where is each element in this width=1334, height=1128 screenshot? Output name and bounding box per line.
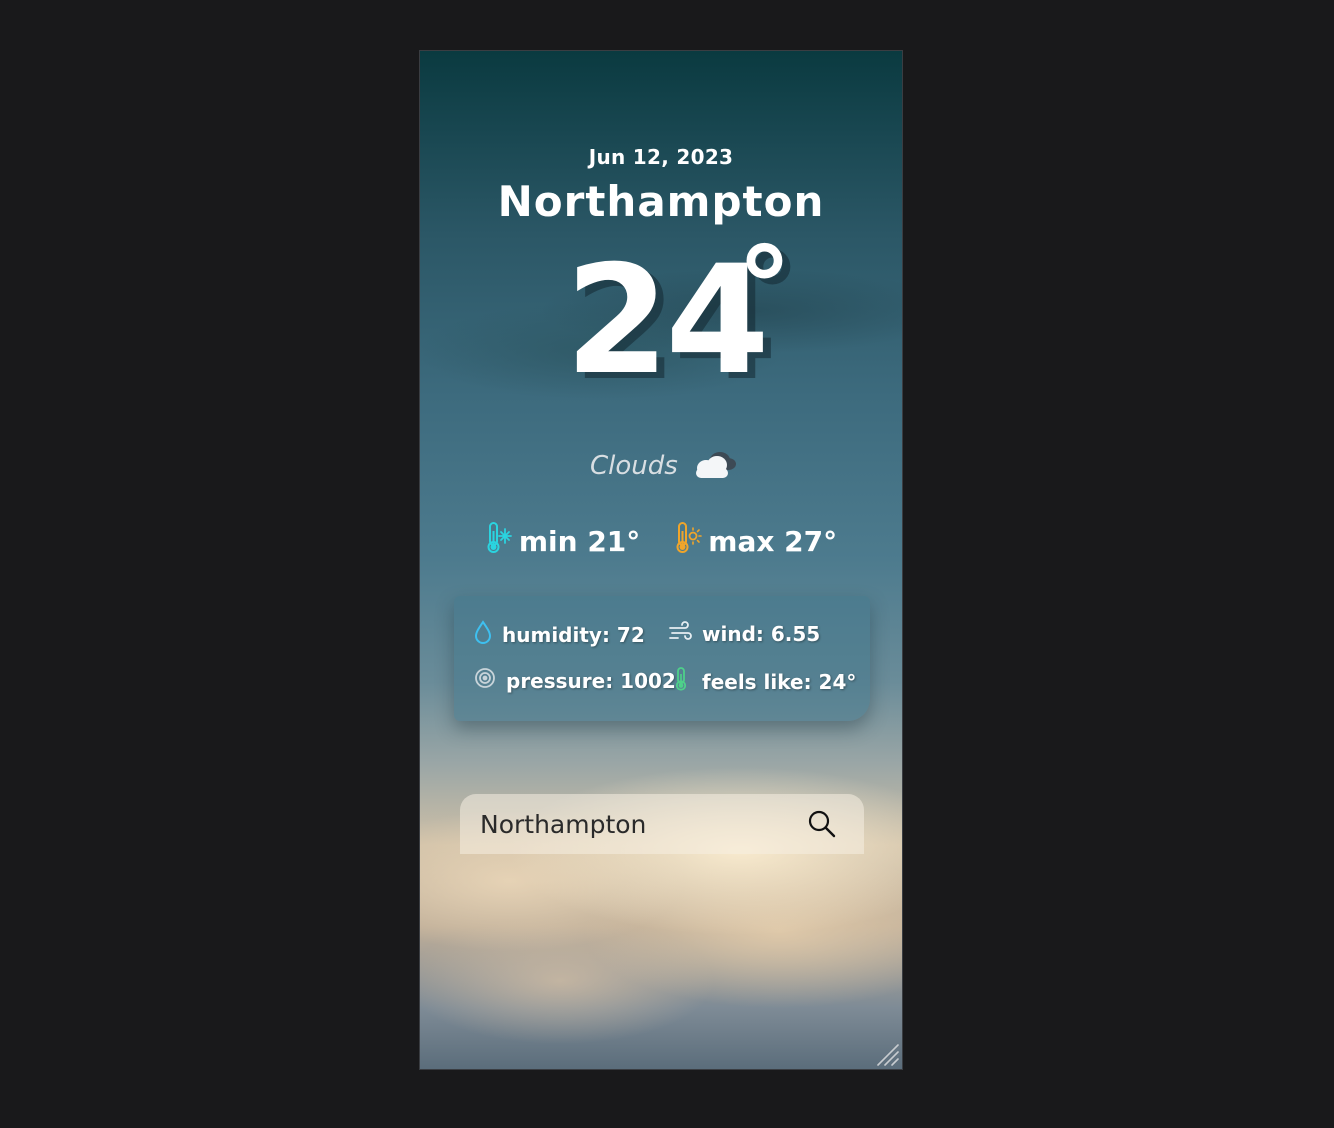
temperature-display: 24 ° (565, 232, 792, 396)
condition-label: Clouds (590, 451, 678, 481)
resize-handle-icon[interactable] (874, 1041, 900, 1067)
feels-like-item: feels like: 24° (668, 666, 856, 697)
thermometer-cold-icon (485, 521, 513, 562)
max-temp: max 27° (674, 521, 837, 562)
city-name: Northampton (497, 177, 825, 226)
feels-like-label: feels like: 24° (702, 669, 857, 694)
min-temp-label: min 21° (518, 525, 641, 558)
humidity-label: humidity: 72 (502, 622, 645, 647)
cloud-icon (690, 448, 738, 484)
thermometer-hot-icon (674, 521, 703, 562)
date-label: Jun 12, 2023 (588, 145, 734, 169)
pressure-icon (472, 666, 498, 695)
search-bar (460, 794, 864, 854)
temperature-value: 24 (565, 234, 770, 408)
condition-row: Clouds (590, 446, 738, 486)
search-input[interactable] (460, 794, 800, 854)
wind-label: wind: 6.55 (702, 621, 821, 646)
min-max-row: min 21° max 27° (420, 521, 902, 562)
humidity-item: humidity: 72 (472, 620, 645, 649)
thermometer-icon (668, 666, 694, 697)
details-panel: humidity: 72 wind: 6.55 pressure: 1002 f… (454, 596, 870, 721)
pressure-label: pressure: 1002 (506, 668, 676, 693)
min-temp: min 21° (485, 521, 640, 562)
search-icon[interactable] (806, 808, 838, 840)
pressure-item: pressure: 1002 (472, 666, 676, 695)
wind-item: wind: 6.55 (668, 620, 820, 647)
wind-icon (668, 620, 694, 647)
degree-symbol: ° (737, 223, 792, 351)
max-temp-label: max 27° (708, 525, 838, 558)
weather-app-window: Jun 12, 2023 Northampton 24 ° Clouds min… (419, 50, 903, 1070)
humidity-drop-icon (472, 620, 494, 649)
